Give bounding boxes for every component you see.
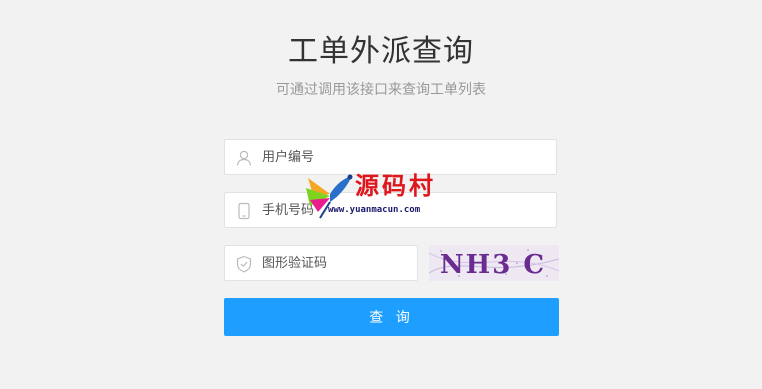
page-title: 工单外派查询 <box>288 34 474 69</box>
shield-icon <box>235 255 253 273</box>
login-page: 工单外派查询 可通过调用该接口来查询工单列表 用户编号 手机号码 图形验证码 N… <box>0 0 762 389</box>
query-button[interactable]: 查 询 <box>224 298 559 336</box>
captcha-image-text: NH3 C <box>440 250 546 280</box>
captcha-input[interactable] <box>262 246 412 280</box>
phone-icon <box>235 202 253 220</box>
page-subtitle: 可通过调用该接口来查询工单列表 <box>276 82 486 98</box>
phone-input[interactable] <box>262 193 542 227</box>
captcha-field[interactable] <box>224 245 418 281</box>
user-id-input[interactable] <box>262 140 542 174</box>
user-id-field[interactable] <box>224 139 557 175</box>
user-icon <box>235 149 253 167</box>
phone-field[interactable] <box>224 192 557 228</box>
captcha-image[interactable]: NH3 C <box>429 245 559 281</box>
